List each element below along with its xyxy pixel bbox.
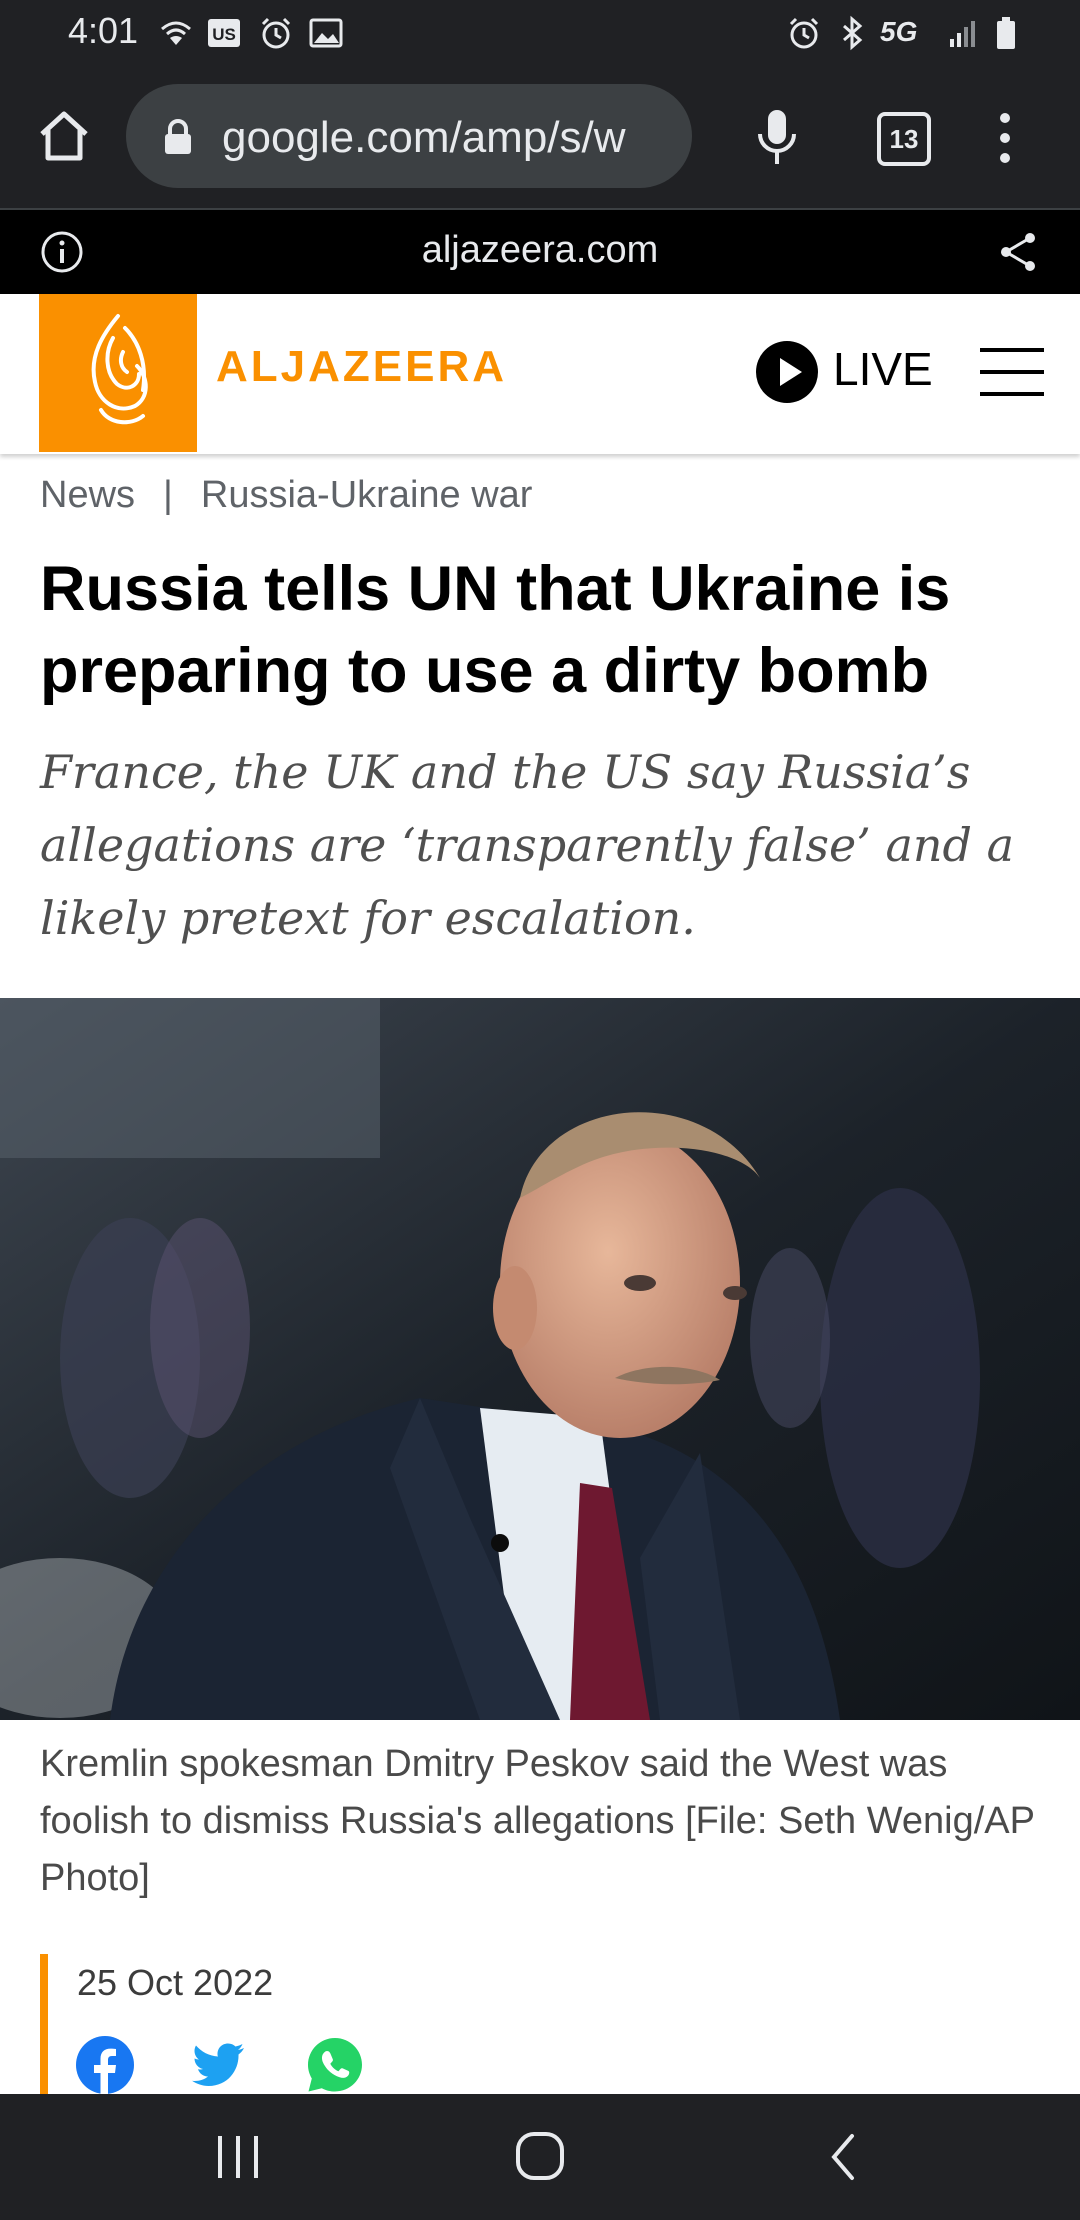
alarm-icon <box>261 17 291 49</box>
tab-switcher-button[interactable]: 13 <box>877 112 931 166</box>
battery-icon <box>997 17 1015 49</box>
more-options-icon[interactable] <box>990 108 1020 168</box>
amp-domain[interactable]: aljazeera.com <box>0 229 1080 272</box>
aljazeera-emblem-icon <box>91 314 148 425</box>
home-icon[interactable] <box>34 106 94 166</box>
status-bar: 4:01 US 5G <box>0 0 1080 66</box>
facebook-icon[interactable] <box>76 2036 134 2094</box>
live-label: LIVE <box>833 343 933 395</box>
article-date: 25 Oct 2022 <box>77 1962 274 2003</box>
bluetooth-icon <box>843 15 863 51</box>
site-header: ALJAZEERA LIVE <box>0 294 1080 454</box>
back-icon[interactable] <box>824 2132 864 2182</box>
microphone-icon[interactable] <box>752 106 802 170</box>
play-icon <box>756 341 818 403</box>
url-text: google.com/amp/s/w <box>222 113 626 162</box>
network-type-label: 5G <box>880 16 918 47</box>
site-brand-name[interactable]: ALJAZEERA <box>216 342 507 392</box>
recent-apps-icon[interactable] <box>212 2132 264 2182</box>
browser-toolbar: google.com/amp/s/w 13 <box>0 66 1080 210</box>
article-headline: Russia tells UN that Ukraine is preparin… <box>40 554 951 706</box>
article-dek: France, the UK and the US say Russia’s a… <box>40 745 1014 945</box>
aljazeera-logo[interactable] <box>39 294 197 452</box>
breadcrumb-topic[interactable]: Russia-Ukraine war <box>201 474 533 516</box>
hamburger-menu-icon[interactable] <box>980 346 1044 398</box>
home-nav-icon[interactable] <box>514 2130 566 2182</box>
image-icon <box>309 18 343 48</box>
breadcrumb-section[interactable]: News <box>40 474 135 516</box>
wifi-calling-icon <box>161 21 191 45</box>
signal-icon <box>950 21 975 47</box>
breadcrumb: News | Russia-Ukraine war <box>40 474 532 517</box>
status-time: 4:01 <box>68 10 139 51</box>
lock-icon <box>165 119 191 154</box>
whatsapp-icon[interactable] <box>306 2036 364 2094</box>
alarm-icon <box>789 17 819 49</box>
photo-caption: Kremlin spokesman Dmitry Peskov said the… <box>40 1743 1035 1899</box>
photo-illustration <box>0 998 1080 1720</box>
svg-text:US: US <box>212 25 236 44</box>
share-icon[interactable] <box>996 230 1040 274</box>
date-accent-bar <box>40 1954 48 2094</box>
address-bar[interactable]: google.com/amp/s/w <box>126 84 692 188</box>
breadcrumb-separator: | <box>163 474 173 516</box>
us-app-icon: US <box>208 19 240 47</box>
amp-header-bar: aljazeera.com <box>0 210 1080 294</box>
twitter-icon[interactable] <box>190 2036 248 2094</box>
article-photo[interactable] <box>0 998 1080 1720</box>
system-nav-bar <box>0 2094 1080 2220</box>
